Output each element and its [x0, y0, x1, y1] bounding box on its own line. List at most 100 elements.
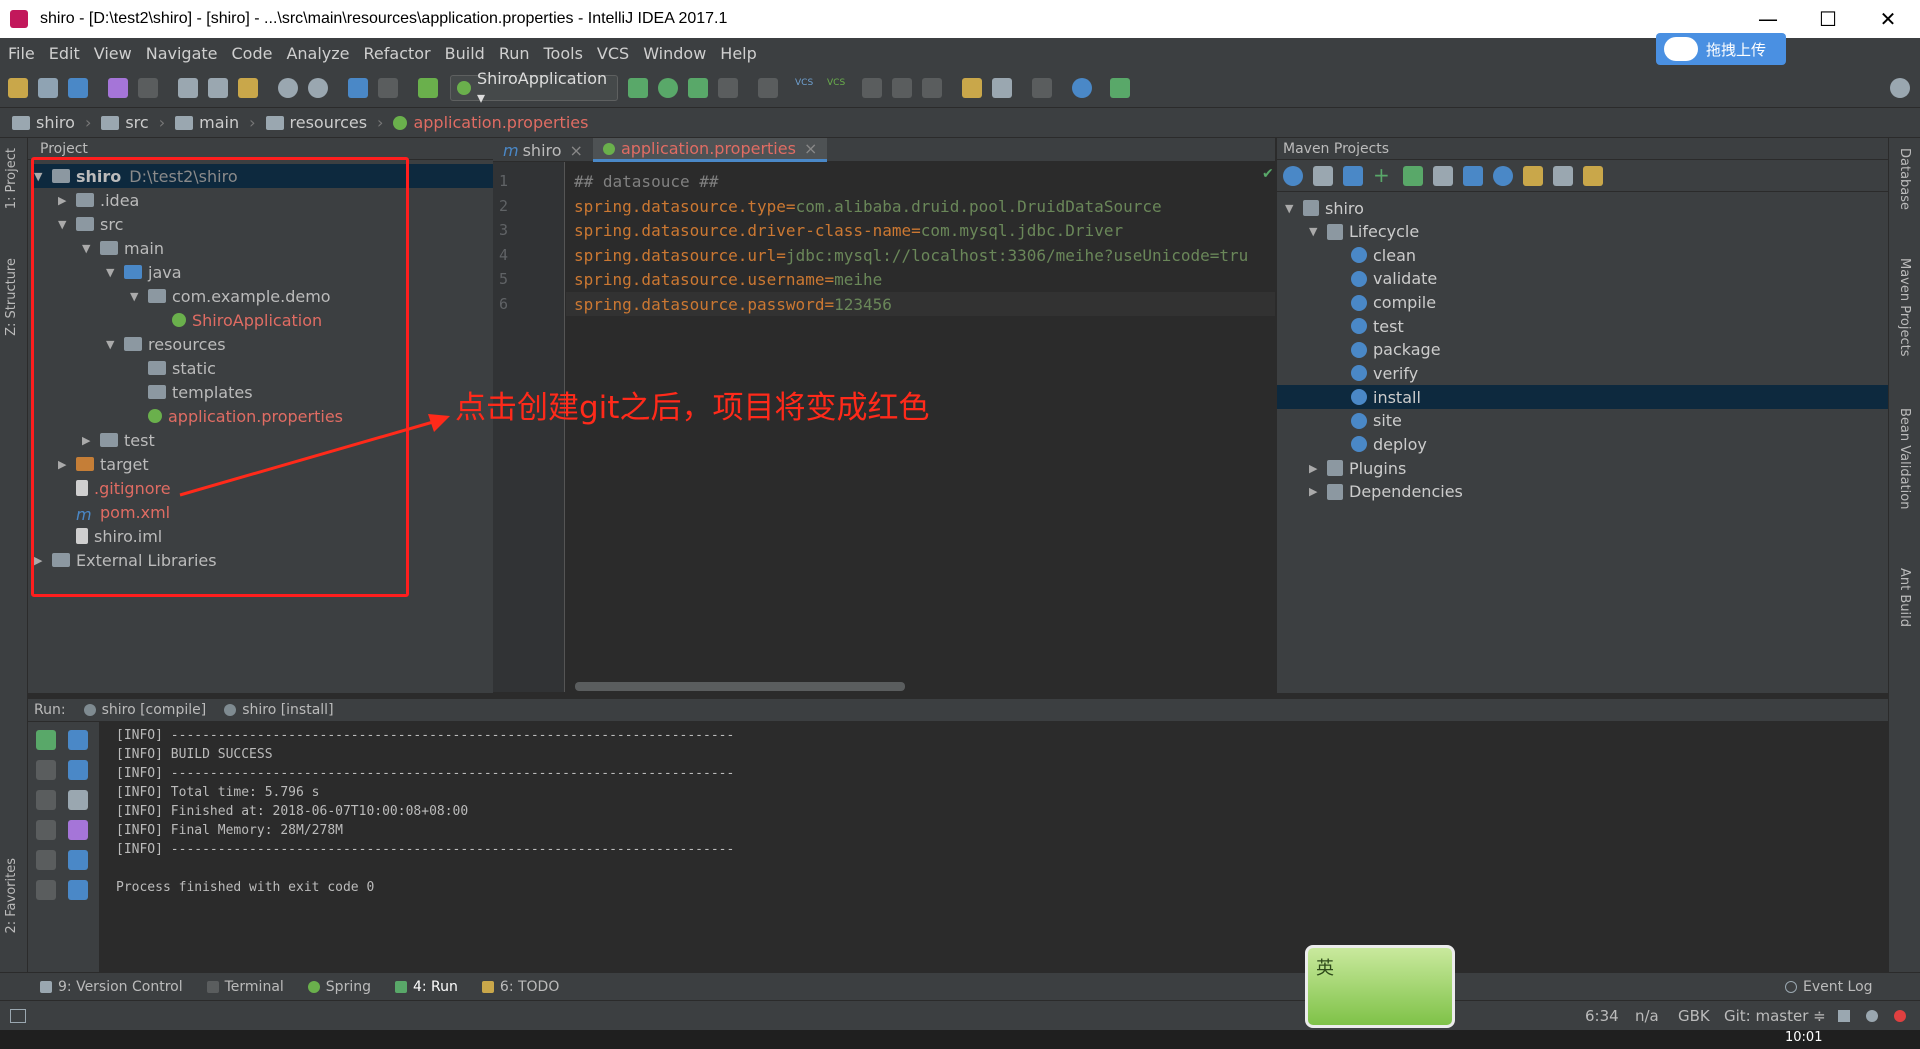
project-structure-icon[interactable]: [992, 78, 1012, 98]
tab-bean-validation[interactable]: Bean Validation: [1897, 408, 1912, 509]
code-line[interactable]: spring.datasource.type=com.alibaba.druid…: [574, 197, 1162, 216]
debug-icon[interactable]: [658, 78, 678, 98]
undo-icon[interactable]: [108, 78, 128, 98]
cloud-upload-button[interactable]: 拖拽上传: [1656, 33, 1786, 65]
code-line[interactable]: spring.datasource.username=meihe: [574, 270, 882, 289]
code-editor[interactable]: ## datasouce ## spring.datasource.type=co…: [566, 162, 1275, 692]
remote-icon[interactable]: [1110, 78, 1130, 98]
tab-ant-build[interactable]: Ant Build: [1897, 568, 1912, 627]
maven-goal[interactable]: clean: [1333, 243, 1416, 267]
attach-icon[interactable]: [758, 78, 778, 98]
redo-icon[interactable]: [138, 78, 158, 98]
caret-position[interactable]: 6:34: [1585, 1007, 1619, 1025]
maven-goal[interactable]: compile: [1333, 291, 1436, 315]
file-encoding[interactable]: GBK: [1678, 1007, 1710, 1025]
vcs-history-icon[interactable]: [892, 78, 912, 98]
close-icon[interactable]: ×: [804, 139, 817, 158]
menu-run[interactable]: Run: [499, 44, 530, 63]
code-line[interactable]: spring.datasource.url=jdbc:mysql://local…: [574, 246, 1248, 265]
stop-run-icon[interactable]: [36, 790, 56, 810]
search-everywhere-icon[interactable]: [1890, 78, 1910, 98]
breadcrumb-main[interactable]: main ›: [175, 113, 256, 132]
maven-settings-icon[interactable]: [1583, 166, 1603, 186]
tab-run[interactable]: 4: Run: [394, 979, 458, 995]
download-icon[interactable]: [1032, 78, 1052, 98]
maximize-button[interactable]: ☐: [1800, 0, 1856, 38]
paste-icon[interactable]: [238, 78, 258, 98]
maven-goal[interactable]: validate: [1333, 267, 1437, 291]
maven-goal[interactable]: test: [1333, 314, 1404, 338]
print-icon[interactable]: [68, 850, 88, 870]
forward-icon[interactable]: [378, 78, 398, 98]
vcs-push-icon[interactable]: [862, 78, 882, 98]
collapse-all-icon[interactable]: [1553, 166, 1573, 186]
tab-project[interactable]: 1: Project: [4, 148, 19, 209]
replace-icon[interactable]: [308, 78, 328, 98]
run-goal-icon[interactable]: [1403, 166, 1423, 186]
menu-navigate[interactable]: Navigate: [146, 44, 218, 63]
scroll-end-icon[interactable]: [68, 820, 88, 840]
menu-file[interactable]: File: [8, 44, 35, 63]
show-dependencies-icon[interactable]: [1523, 166, 1543, 186]
tab-maven-projects[interactable]: Maven Projects: [1897, 258, 1912, 357]
tab-database[interactable]: Database: [1897, 148, 1912, 210]
tab-terminal[interactable]: Terminal: [206, 979, 284, 995]
menu-view[interactable]: View: [94, 44, 132, 63]
error-indicator-icon[interactable]: [1894, 1010, 1906, 1022]
skip-tests-icon[interactable]: [1493, 166, 1513, 186]
menu-window[interactable]: Window: [643, 44, 706, 63]
tab-version-control[interactable]: 9: Version Control: [40, 979, 183, 995]
code-line[interactable]: spring.datasource.driver-class-name=com.…: [574, 221, 1123, 240]
breadcrumb-src[interactable]: src ›: [101, 113, 165, 132]
maven-goal[interactable]: site: [1333, 409, 1402, 433]
generate-sources-icon[interactable]: [1313, 166, 1333, 186]
rerun-icon[interactable]: [36, 730, 56, 750]
download-sources-icon[interactable]: [1343, 166, 1363, 186]
toggle-offline-icon[interactable]: [1463, 166, 1483, 186]
revert-icon[interactable]: [922, 78, 942, 98]
up-icon[interactable]: [68, 730, 88, 750]
editor-horizontal-scrollbar[interactable]: [575, 682, 905, 691]
tab-structure[interactable]: Z: Structure: [4, 258, 19, 336]
tab-shiro[interactable]: m shiro ×: [493, 138, 593, 162]
maven-goal[interactable]: package: [1333, 338, 1441, 362]
run-tab-install[interactable]: shiro [install]: [224, 702, 334, 718]
console-output[interactable]: [INFO] ---------------------------------…: [100, 722, 1888, 972]
coverage-icon[interactable]: [688, 78, 708, 98]
close-icon[interactable]: ×: [570, 141, 583, 160]
cut-icon[interactable]: [178, 78, 198, 98]
menu-tools[interactable]: Tools: [544, 44, 583, 63]
back-icon[interactable]: [348, 78, 368, 98]
vcs-update-icon[interactable]: VCS: [795, 78, 821, 98]
stop-icon[interactable]: [718, 78, 738, 98]
chevron-down-icon[interactable]: ▼: [1285, 202, 1297, 215]
pin-icon[interactable]: [36, 760, 56, 780]
maven-dependencies[interactable]: ▶ Dependencies: [1309, 480, 1463, 504]
run-icon[interactable]: [628, 78, 648, 98]
lock-icon[interactable]: [1838, 1010, 1850, 1022]
chevron-right-icon[interactable]: ▶: [1309, 485, 1321, 498]
layout-icon[interactable]: [10, 1009, 26, 1023]
tab-favorites[interactable]: 2: Favorites: [4, 858, 19, 934]
breadcrumb-resources[interactable]: resources ›: [265, 113, 383, 132]
settings-icon[interactable]: [962, 78, 982, 98]
maven-goal[interactable]: install: [1277, 385, 1888, 410]
event-log-button[interactable]: Event Log: [1785, 979, 1873, 995]
build-icon[interactable]: [418, 78, 438, 98]
git-branch[interactable]: Git: master ≑: [1724, 1007, 1826, 1025]
maven-plugins[interactable]: ▶ Plugins: [1309, 456, 1406, 480]
save-icon[interactable]: [38, 78, 58, 98]
maven-root[interactable]: ▼ shiro: [1285, 196, 1364, 220]
chevron-right-icon[interactable]: ▶: [1309, 462, 1321, 475]
run-tab-compile[interactable]: shiro [compile]: [83, 702, 206, 718]
clear-icon[interactable]: [68, 880, 88, 900]
menu-build[interactable]: Build: [445, 44, 485, 63]
menu-edit[interactable]: Edit: [49, 44, 80, 63]
vcs-commit-icon[interactable]: VCS: [827, 78, 853, 98]
pause-icon[interactable]: [36, 820, 56, 840]
execute-goal-icon[interactable]: [1433, 166, 1453, 186]
tab-todo[interactable]: 6: TODO: [481, 979, 559, 995]
menu-vcs[interactable]: VCS: [597, 44, 629, 63]
ime-widget[interactable]: 英: [1305, 945, 1455, 1028]
copy-icon[interactable]: [208, 78, 228, 98]
